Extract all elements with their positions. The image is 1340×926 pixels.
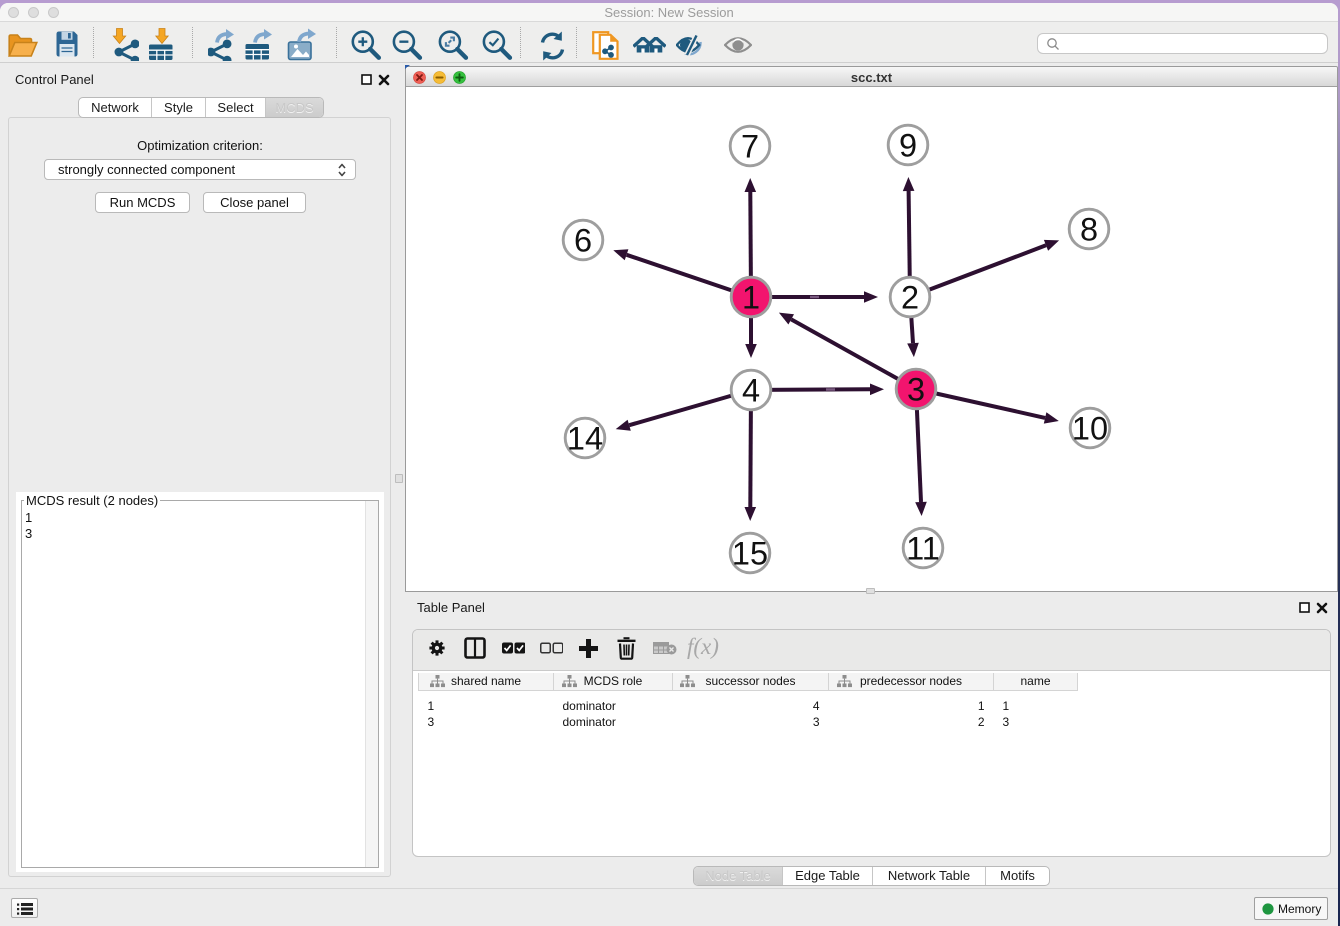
svg-text:6: 6 (574, 223, 592, 259)
svg-text:4: 4 (742, 373, 760, 409)
svg-text:14: 14 (567, 421, 603, 457)
svg-text:7: 7 (741, 129, 759, 165)
svg-text:10: 10 (1072, 411, 1108, 447)
svg-text:9: 9 (899, 128, 917, 164)
svg-text:15: 15 (732, 536, 768, 572)
svg-text:8: 8 (1080, 212, 1098, 248)
svg-text:3: 3 (907, 372, 925, 408)
svg-text:1: 1 (742, 280, 760, 316)
svg-text:2: 2 (901, 280, 919, 316)
svg-text:11: 11 (906, 531, 940, 567)
